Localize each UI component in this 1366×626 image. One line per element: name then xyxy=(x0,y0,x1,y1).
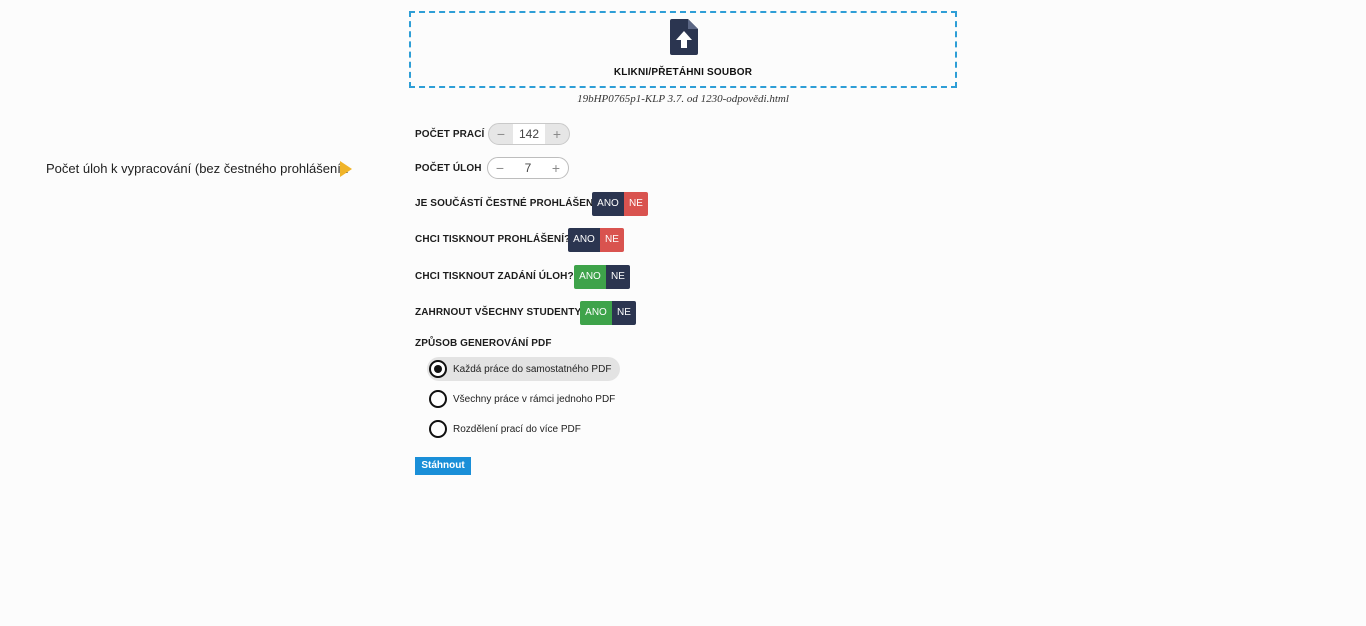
hint-text: Počet úloh k vypracování (bez čestného p… xyxy=(46,161,349,176)
pocet-uloh-label: POČET ÚLOH xyxy=(415,163,482,174)
uploaded-filename: 19bHP0765p1-KLP 3.7. od 1230-odpovědi.ht… xyxy=(577,93,789,105)
pdf-mode-option-label: Každá práce do samostatného PDF xyxy=(453,363,612,375)
tisk-prohlaseni-ne-button[interactable]: NE xyxy=(600,228,624,252)
cestne-prohlaseni-toggle: ANO NE xyxy=(592,192,648,216)
pdf-mode-option-multiple[interactable]: Rozdělení prací do více PDF xyxy=(427,417,589,441)
pdf-mode-option-separate[interactable]: Každá práce do samostatného PDF xyxy=(427,357,620,381)
pocet-uloh-stepper: − 7 + xyxy=(487,157,569,179)
vsichni-studenti-ano-button[interactable]: ANO xyxy=(580,301,612,325)
pocet-praci-label: POČET PRACÍ xyxy=(415,129,485,140)
hint-arrow-icon xyxy=(340,161,352,177)
tisk-prohlaseni-label: CHCI TISKNOUT PROHLÁŠENÍ? xyxy=(415,234,571,245)
tisk-prohlaseni-toggle: ANO NE xyxy=(568,228,624,252)
tisk-zadani-ano-button[interactable]: ANO xyxy=(574,265,606,289)
dropzone-label: KLIKNI/PŘETÁHNI SOUBOR xyxy=(613,67,753,78)
radio-button-unchecked-icon[interactable] xyxy=(429,390,447,408)
pocet-praci-decrement-button[interactable]: − xyxy=(489,124,513,144)
pocet-praci-increment-button[interactable]: + xyxy=(545,124,569,144)
vsichni-studenti-label: ZAHRNOUT VŠECHNY STUDENTY xyxy=(415,307,582,318)
pocet-uloh-value[interactable]: 7 xyxy=(512,158,544,178)
pocet-praci-stepper: − 142 + xyxy=(488,123,570,145)
cestne-prohlaseni-label: JE SOUČÁSTÍ ČESTNÉ PROHLÁŠENÍ? xyxy=(415,198,603,209)
download-button[interactable]: Stáhnout xyxy=(415,457,471,475)
tisk-zadani-ne-button[interactable]: NE xyxy=(606,265,630,289)
pocet-uloh-increment-button[interactable]: + xyxy=(544,158,568,178)
tisk-zadani-label: CHCI TISKNOUT ZADÁNÍ ÚLOH? xyxy=(415,271,574,282)
tisk-zadani-toggle: ANO NE xyxy=(574,265,630,289)
file-upload-icon xyxy=(670,19,698,55)
radio-button-checked-icon[interactable] xyxy=(429,360,447,378)
cestne-prohlaseni-ano-button[interactable]: ANO xyxy=(592,192,624,216)
radio-button-unchecked-icon[interactable] xyxy=(429,420,447,438)
vsichni-studenti-toggle: ANO NE xyxy=(580,301,636,325)
vsichni-studenti-ne-button[interactable]: NE xyxy=(612,301,636,325)
pdf-mode-option-label: Rozdělení prací do více PDF xyxy=(453,423,581,435)
file-dropzone[interactable]: KLIKNI/PŘETÁHNI SOUBOR xyxy=(409,11,957,88)
pocet-praci-value[interactable]: 142 xyxy=(513,124,545,144)
pdf-mode-option-label: Všechny práce v rámci jednoho PDF xyxy=(453,393,616,405)
pdf-mode-label: ZPŮSOB GENEROVÁNÍ PDF xyxy=(415,338,552,349)
pdf-mode-option-single[interactable]: Všechny práce v rámci jednoho PDF xyxy=(427,387,623,411)
tisk-prohlaseni-ano-button[interactable]: ANO xyxy=(568,228,600,252)
pocet-uloh-decrement-button[interactable]: − xyxy=(488,158,512,178)
cestne-prohlaseni-ne-button[interactable]: NE xyxy=(624,192,648,216)
